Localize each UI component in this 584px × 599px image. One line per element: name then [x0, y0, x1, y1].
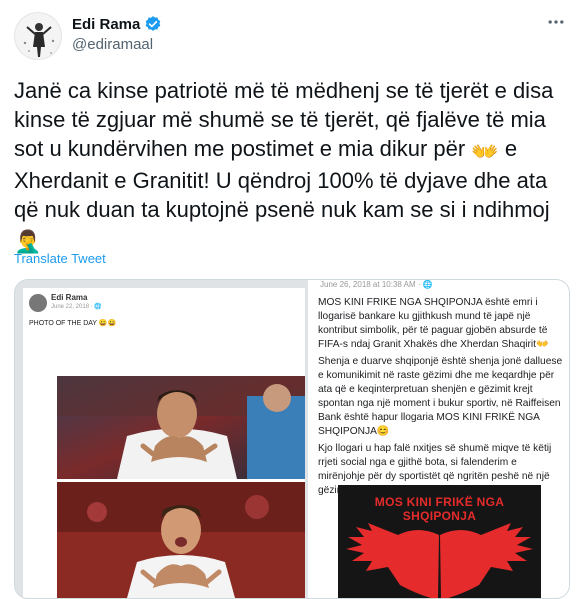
left-post-date: June 22, 2018 · 🌐 [51, 304, 102, 310]
right-post-paragraph-1: MOS KINI FRIKE NGA SHQIPONJA është emri … [318, 297, 549, 350]
right-post-date: June 26, 2018 at 10:38 AM · 🌐 [320, 280, 433, 289]
more-options-icon[interactable] [544, 12, 568, 36]
tweet-text: Janë ca kinse patriotë më të mëdhenj se … [14, 76, 574, 256]
eagle-banner-image: MOS KINI FRIKË NGA SHQIPONJA [338, 485, 541, 598]
open-hands-emoji-icon: 👐 [471, 139, 499, 164]
left-post-avatar [29, 294, 47, 312]
author-avatar[interactable] [14, 12, 62, 60]
player-photo-top [57, 376, 305, 479]
right-post-body: MOS KINI FRIKE NGA SHQIPONJA është emri … [318, 296, 564, 501]
author-handle[interactable]: @ediramaal [72, 36, 153, 53]
left-post-caption: PHOTO OF THE DAY 😀😀 [29, 320, 117, 327]
hands-eagle-icon [346, 523, 533, 598]
screenshot-right-post: June 26, 2018 at 10:38 AM · 🌐 MOS KINI F… [308, 280, 569, 598]
author-display-name[interactable]: Edi Rama [72, 16, 140, 33]
player-photo-bottom [57, 482, 305, 598]
verified-badge-icon [146, 16, 161, 31]
translate-tweet-link[interactable]: Translate Tweet [14, 251, 106, 266]
screenshot-left-post: Edi Rama June 22, 2018 · 🌐 PHOTO OF THE … [23, 288, 305, 598]
tweet-media-image[interactable]: Edi Rama June 22, 2018 · 🌐 PHOTO OF THE … [14, 279, 570, 599]
avatar-photo-icon [15, 13, 61, 59]
right-post-paragraph-2: Shenja e duarve shqiponjë është shenja j… [318, 356, 563, 437]
tweet-header: Edi Rama @ediramaal [14, 12, 570, 64]
left-post-author: Edi Rama [51, 293, 88, 302]
